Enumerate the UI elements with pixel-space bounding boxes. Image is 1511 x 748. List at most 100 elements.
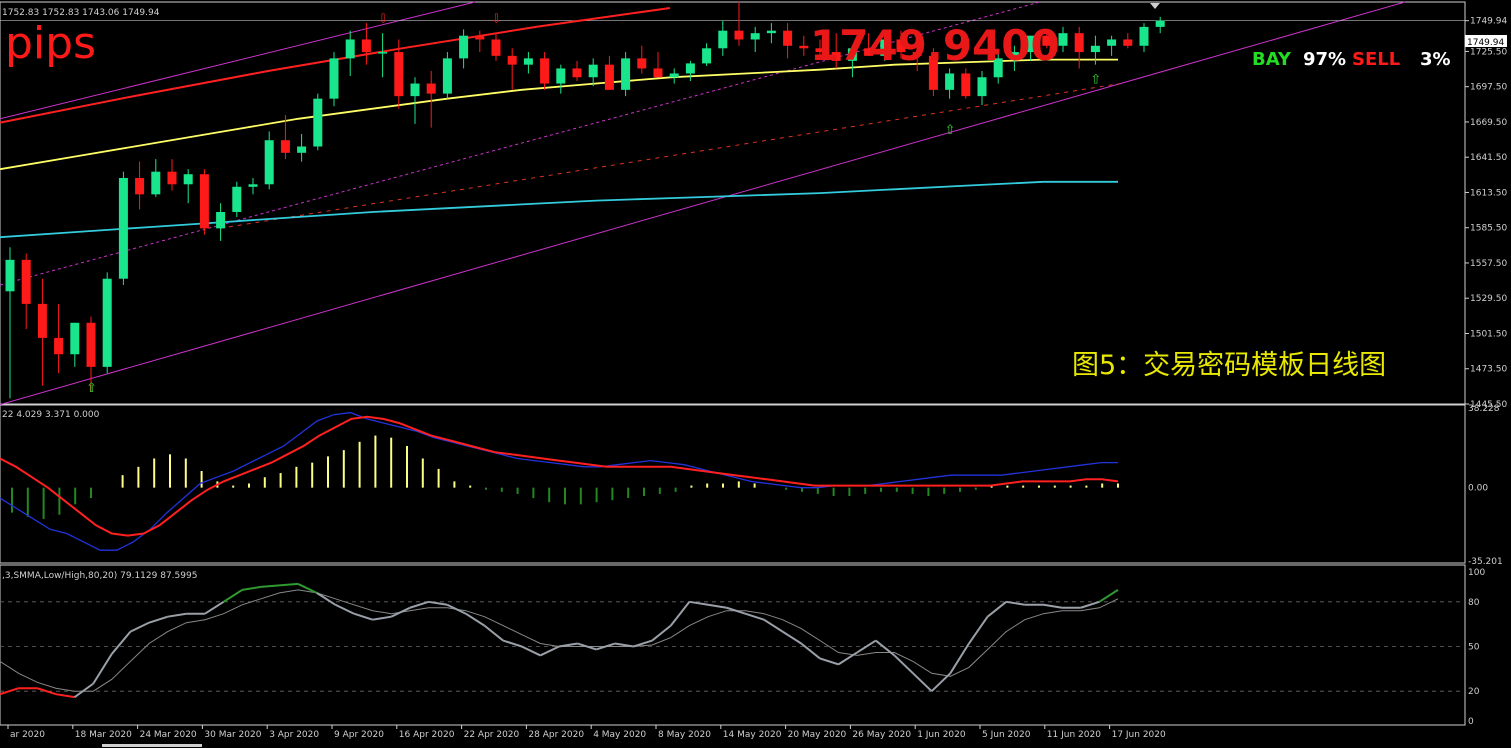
candle-body <box>394 52 404 97</box>
x-tick-label: 8 May 2020 <box>658 730 711 740</box>
candle-body <box>21 259 31 304</box>
y-tick-label: 1669.50 <box>1470 118 1507 128</box>
macd-label: 22 4.029 3.371 0.000 <box>2 410 100 420</box>
candle-body <box>507 55 517 65</box>
x-tick-label: 26 May 2020 <box>852 730 911 740</box>
figure-caption: 图5：交易密码模板日线图 <box>1072 350 1386 381</box>
candle-body <box>297 146 307 153</box>
candle-body <box>1107 39 1117 46</box>
macd-y-tick-label: 0.00 <box>1468 484 1488 494</box>
candle-body <box>264 140 274 185</box>
stoch-label: ,3,SMMA,Low/High,80,20) 79.1129 87.5995 <box>2 571 197 581</box>
candle-body <box>1058 33 1068 46</box>
x-tick-label: 28 Apr 2020 <box>528 730 584 740</box>
candle-body <box>1155 20 1165 27</box>
candle-body <box>961 73 971 97</box>
stoch-y-tick-label: 80 <box>1468 598 1480 608</box>
candle-body <box>799 45 809 49</box>
current-price-big: 1749.9400 <box>810 21 1060 70</box>
x-tick-label: 4 May 2020 <box>593 730 646 740</box>
candle-body <box>329 58 339 99</box>
candle-body <box>102 278 112 367</box>
candle-body <box>734 30 744 40</box>
candle-body <box>248 184 258 187</box>
candle-body <box>280 140 290 153</box>
candle-body <box>572 68 582 78</box>
bay-percent: 97% <box>1303 49 1346 70</box>
pips-label: pips <box>5 18 96 69</box>
candle-body <box>151 171 161 195</box>
y-tick-label: 1501.50 <box>1470 329 1507 339</box>
candle-body <box>475 35 485 40</box>
y-tick-label: 1725.50 <box>1470 47 1507 57</box>
arrow-up-icon: ⇧ <box>86 381 97 396</box>
candle-body <box>523 58 533 65</box>
candle[interactable] <box>199 169 209 235</box>
candle-body <box>54 337 64 355</box>
candle[interactable] <box>329 52 339 107</box>
candle-body <box>1123 39 1133 46</box>
candle-body <box>442 58 452 94</box>
candle-body <box>135 177 145 195</box>
y-tick-label: 1749.94 <box>1470 17 1507 27</box>
y-tick-label: 1613.50 <box>1470 188 1507 198</box>
trading-chart[interactable]: ⇧⇩⇩⇩⇧⇧ 1749.941725.501697.501669.501641.… <box>0 0 1511 748</box>
candle-body <box>199 174 209 229</box>
current-price-tag: 1749.94 <box>1467 38 1504 48</box>
candle-body <box>491 39 501 56</box>
x-tick-label: 18 Mar 2020 <box>75 730 132 740</box>
stoch-y-tick-label: 50 <box>1468 643 1480 653</box>
candle-body <box>378 52 388 54</box>
arrow-down-icon: ⇩ <box>491 12 502 27</box>
candle[interactable] <box>621 52 631 97</box>
candle-body <box>1074 33 1084 53</box>
bay-label: BAY <box>1252 49 1292 70</box>
candle[interactable] <box>232 181 242 218</box>
stoch-y-tick-label: 0 <box>1468 717 1474 727</box>
sell-percent: 3% <box>1420 49 1451 70</box>
candle-body <box>345 39 355 59</box>
candle-body <box>426 83 436 94</box>
candle[interactable] <box>118 171 128 286</box>
candle-body <box>70 322 80 355</box>
arrow-down-icon: ⇩ <box>718 0 729 2</box>
x-tick-label: 16 Apr 2020 <box>399 730 455 740</box>
candle-body <box>653 68 663 78</box>
x-tick-label: 20 May 2020 <box>788 730 847 740</box>
candle-body <box>637 58 647 69</box>
x-tick-label: 14 May 2020 <box>723 730 782 740</box>
candle[interactable] <box>313 93 323 151</box>
candle-body <box>604 64 614 90</box>
candle-body <box>313 98 323 147</box>
candle-body <box>118 177 128 279</box>
sell-label: SELL <box>1352 49 1400 70</box>
scrollbar-thumb[interactable] <box>102 744 202 747</box>
candle-body <box>1139 26 1149 46</box>
y-tick-label: 1473.50 <box>1470 365 1507 375</box>
x-tick-label: 5 Jun 2020 <box>982 730 1031 740</box>
candle[interactable] <box>442 52 452 99</box>
candle-body <box>86 322 96 367</box>
y-tick-label: 1529.50 <box>1470 294 1507 304</box>
x-tick-label: 24 Mar 2020 <box>140 730 197 740</box>
candle-body <box>361 39 371 53</box>
x-tick-label: 17 Jun 2020 <box>1112 730 1166 740</box>
candle-body <box>37 303 47 338</box>
candle-body <box>685 63 695 74</box>
macd-y-tick-label: 38.228 <box>1468 404 1500 414</box>
candle-body <box>588 64 598 78</box>
candle-body <box>410 83 420 97</box>
ohlc-readout: 1752.83 1752.83 1743.06 1749.94 <box>2 8 160 18</box>
candle-body <box>766 30 776 34</box>
candle-body <box>232 186 242 212</box>
macd-y-tick-label: -35.201 <box>1468 557 1503 567</box>
x-tick-label: 9 Apr 2020 <box>334 730 384 740</box>
candle-body <box>702 48 712 64</box>
candle[interactable] <box>102 272 112 374</box>
candle-body <box>977 77 987 97</box>
x-tick-label: 11 Jun 2020 <box>1047 730 1101 740</box>
candle-body <box>216 211 226 229</box>
candle-body <box>669 73 679 78</box>
x-tick-label: 1 Jun 2020 <box>917 730 966 740</box>
arrow-up-icon: ⇧ <box>945 123 956 138</box>
